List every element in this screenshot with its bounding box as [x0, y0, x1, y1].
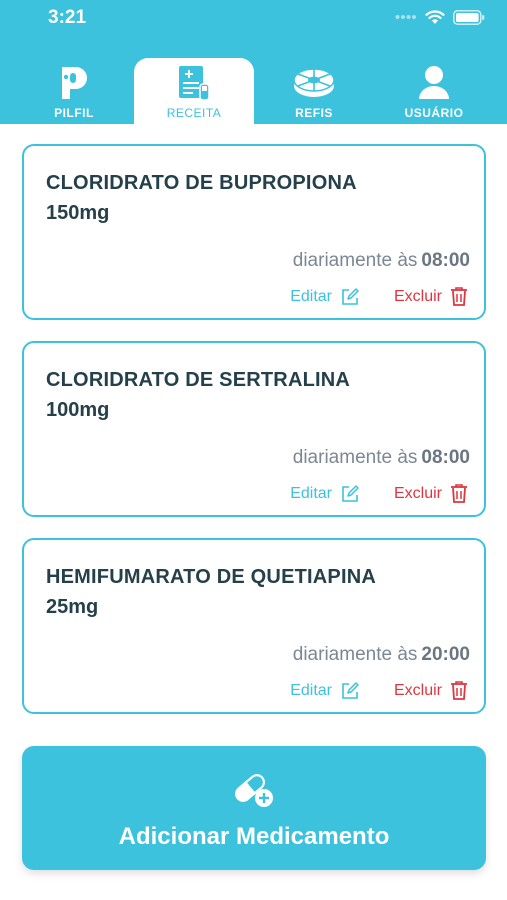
tab-label: RECEITA: [166, 106, 222, 120]
battery-icon: [453, 9, 485, 25]
medication-card: HEMIFUMARATO DE QUETIAPINA 25mg diariame…: [22, 538, 486, 714]
delete-label: Excluir: [393, 681, 442, 699]
status-time: 3:21: [48, 7, 87, 28]
pilfil-logo-icon: [58, 64, 90, 102]
add-medication-label: Adicionar Medicamento: [118, 823, 390, 850]
medication-schedule: diariamente às 08:00: [293, 447, 470, 469]
medication-dose: 150mg: [46, 202, 110, 224]
medication-name: CLORIDRATO DE SERTRALINA: [46, 369, 351, 391]
card-actions: Editar Excluir: [290, 483, 468, 504]
trash-icon: [451, 484, 467, 503]
medication-schedule: diariamente às 08:00: [293, 250, 470, 272]
schedule-prefix: diariamente às: [292, 644, 418, 665]
schedule-time: 08:00: [421, 447, 470, 468]
delete-button[interactable]: Excluir: [394, 286, 468, 307]
signal-icon: [395, 15, 416, 19]
tab-label: USUÁRIO: [404, 106, 464, 120]
tab-receita[interactable]: RECEITA: [134, 58, 254, 124]
card-actions: Editar Excluir: [290, 680, 468, 701]
prescription-icon: [177, 64, 211, 102]
delete-label: Excluir: [393, 484, 442, 502]
tab-bar: PILFIL RECEITA REFIS USUÁRIO: [0, 58, 507, 124]
edit-button[interactable]: Editar: [290, 484, 360, 504]
user-icon: [418, 64, 450, 102]
tab-refis[interactable]: REFIS: [254, 58, 374, 124]
wifi-icon: [425, 9, 445, 24]
medication-name: HEMIFUMARATO DE QUETIAPINA: [46, 566, 377, 588]
edit-icon: [342, 287, 359, 305]
card-actions: Editar Excluir: [290, 286, 468, 307]
schedule-prefix: diariamente às: [292, 447, 418, 468]
delete-button[interactable]: Excluir: [394, 680, 468, 701]
edit-label: Editar: [290, 484, 332, 502]
pill-box-icon: [292, 64, 336, 102]
trash-icon: [451, 287, 467, 306]
app-header: 3:21 PILFIL RECEITA REFIS USUÁRIO: [0, 0, 507, 124]
status-icons: [395, 9, 485, 25]
add-pill-icon: [232, 770, 276, 815]
edit-icon: [342, 681, 359, 699]
edit-label: Editar: [290, 681, 332, 699]
edit-button[interactable]: Editar: [290, 287, 360, 307]
schedule-time: 08:00: [421, 250, 470, 271]
medication-name: CLORIDRATO DE BUPROPIONA: [46, 172, 357, 194]
medication-card: CLORIDRATO DE SERTRALINA 100mg diariamen…: [22, 341, 486, 517]
medication-dose: 25mg: [46, 596, 99, 618]
tab-usuario[interactable]: USUÁRIO: [374, 58, 494, 124]
schedule-prefix: diariamente às: [292, 250, 418, 271]
trash-icon: [451, 681, 467, 700]
edit-button[interactable]: Editar: [290, 681, 360, 701]
medication-card: CLORIDRATO DE BUPROPIONA 150mg diariamen…: [22, 144, 486, 320]
medication-schedule: diariamente às 20:00: [293, 644, 470, 666]
delete-label: Excluir: [393, 287, 442, 305]
edit-label: Editar: [290, 287, 332, 305]
schedule-time: 20:00: [421, 644, 470, 665]
delete-button[interactable]: Excluir: [394, 483, 468, 504]
status-bar: 3:21: [0, 0, 507, 34]
tab-label: REFIS: [295, 106, 333, 120]
add-medication-button[interactable]: Adicionar Medicamento: [22, 746, 486, 870]
tab-pilfil[interactable]: PILFIL: [14, 58, 134, 124]
tab-label: PILFIL: [54, 106, 94, 120]
medication-dose: 100mg: [46, 399, 110, 421]
edit-icon: [342, 484, 359, 502]
